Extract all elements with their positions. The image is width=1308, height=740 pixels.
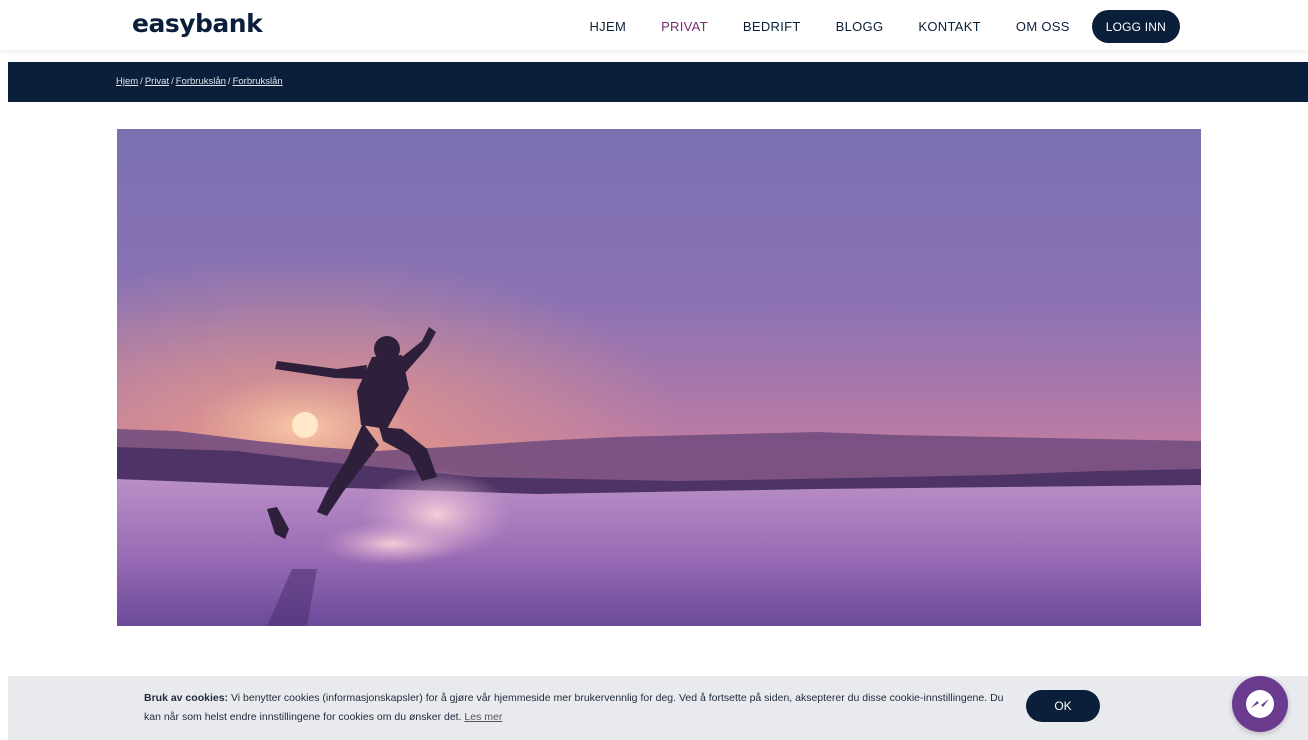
breadcrumb-bar: Hjem / Privat / Forbrukslån / Forbrukslån xyxy=(8,62,1308,102)
breadcrumb-separator: / xyxy=(140,76,143,87)
cookie-read-more-link[interactable]: Les mer xyxy=(464,711,502,723)
hero-image xyxy=(117,129,1201,626)
nav-item-blogg[interactable]: BLOGG xyxy=(836,19,884,34)
breadcrumb-link-forbrukslan[interactable]: Forbrukslån xyxy=(176,76,226,87)
nav-item-bedrift[interactable]: BEDRIFT xyxy=(743,19,801,34)
breadcrumb: Hjem / Privat / Forbrukslån / Forbrukslån xyxy=(116,76,283,87)
breadcrumb-separator: / xyxy=(171,76,174,87)
easybank-logo[interactable]: easybank xyxy=(132,9,263,38)
cookie-title: Bruk av cookies: xyxy=(144,692,229,704)
breadcrumb-separator: / xyxy=(227,76,231,87)
nav-item-privat[interactable]: PRIVAT xyxy=(661,19,708,34)
messenger-chat-button[interactable] xyxy=(1232,676,1288,732)
messenger-icon xyxy=(1246,690,1274,718)
breadcrumb-link-privat[interactable]: Privat xyxy=(145,76,169,87)
breadcrumb-link-hjem[interactable]: Hjem xyxy=(116,76,138,87)
cookie-ok-button[interactable]: OK xyxy=(1026,690,1100,722)
breadcrumb-link-forbrukslan-current[interactable]: Forbrukslån xyxy=(233,76,283,87)
login-button[interactable]: LOGG INN xyxy=(1091,10,1180,43)
cookie-banner: Bruk av cookies: Vi benytter cookies (in… xyxy=(8,676,1308,740)
cookie-body: Vi benytter cookies (informasjonskapsler… xyxy=(144,692,1004,723)
nav-item-om-oss[interactable]: OM OSS xyxy=(1016,19,1070,34)
site-header: easybank HJEM PRIVAT BEDRIFT BLOGG KONTA… xyxy=(0,0,1308,50)
nav-item-hjem[interactable]: HJEM xyxy=(589,19,626,34)
cookie-message: Bruk av cookies: Vi benytter cookies (in… xyxy=(144,689,1014,727)
nav-item-kontakt[interactable]: KONTAKT xyxy=(918,19,981,34)
main-nav: HJEM PRIVAT BEDRIFT BLOGG KONTAKT OM OSS… xyxy=(554,10,1180,43)
hero-photo-winter-jump xyxy=(117,129,1201,626)
